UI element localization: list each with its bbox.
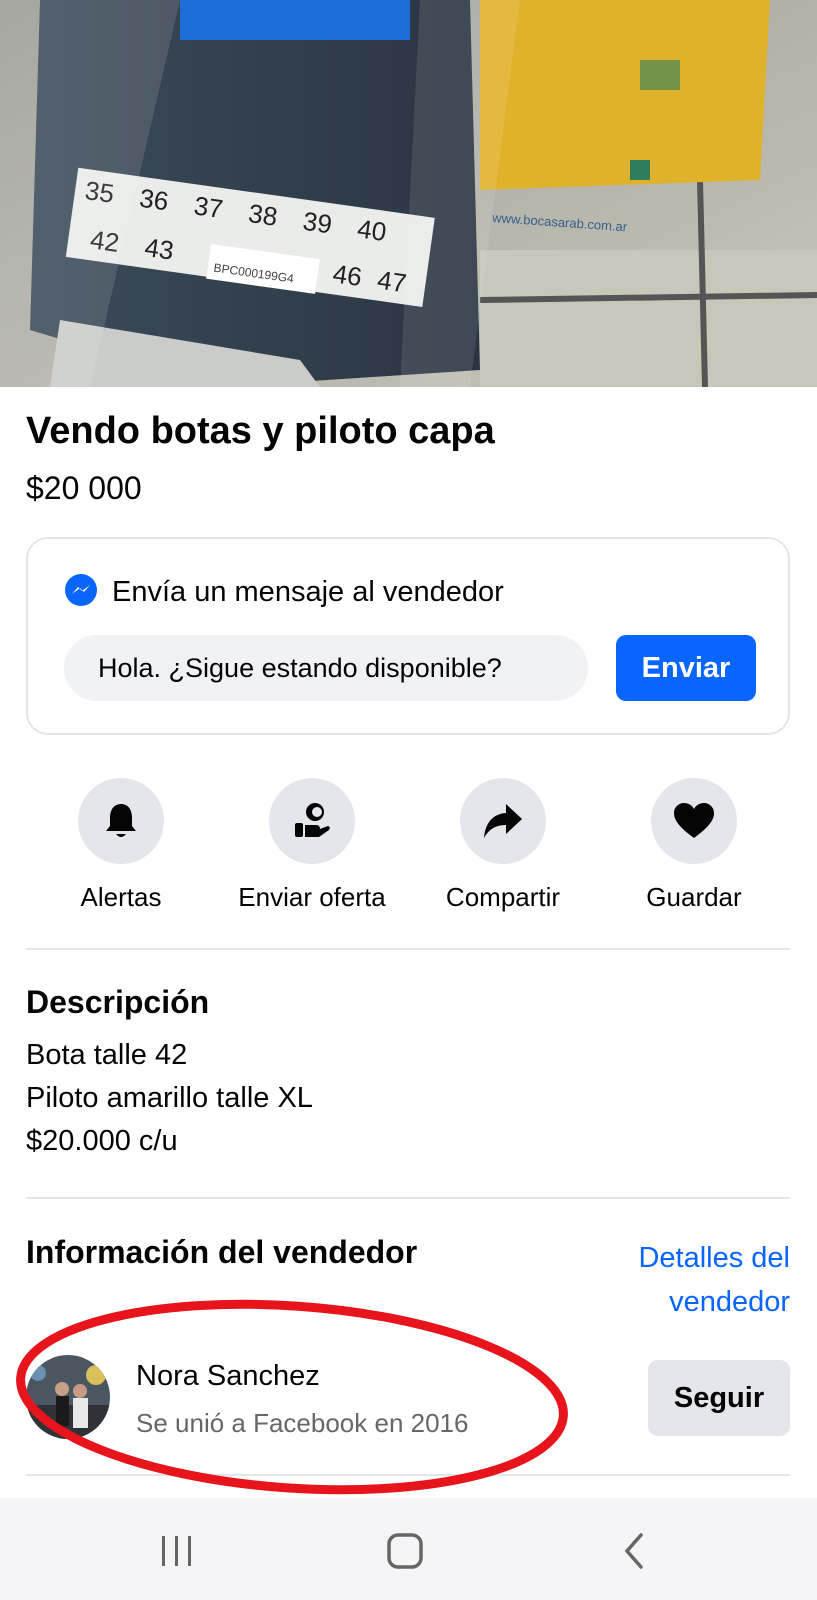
message-seller-card: Envía un mensaje al vendedor Enviar — [26, 537, 790, 735]
description-line: Bota talle 42 — [26, 1039, 188, 1071]
save-button[interactable] — [651, 778, 737, 864]
seller-details-link[interactable]: Detalles del vendedor — [590, 1236, 790, 1324]
listing-title: Vendo botas y piloto capa — [26, 410, 495, 452]
heart-icon — [674, 803, 714, 838]
follow-button[interactable]: Seguir — [648, 1360, 790, 1436]
send-offer-label: Enviar oferta — [238, 882, 386, 912]
description-heading: Descripción — [26, 984, 210, 1020]
photo-size-number: 37 — [192, 190, 225, 224]
seller-name[interactable]: Nora Sanchez — [136, 1360, 320, 1393]
photo-size-number: 36 — [138, 183, 171, 217]
message-header: Envía un mensaje al vendedor — [64, 573, 504, 612]
photo-size-number: 46 — [331, 258, 364, 292]
seller-details-link-line1: Detalles del — [638, 1242, 790, 1274]
alerts-action[interactable]: Alertas — [26, 778, 216, 913]
photo-size-number: 43 — [143, 232, 176, 266]
message-input[interactable] — [64, 635, 588, 701]
send-offer-action[interactable]: Enviar oferta — [217, 778, 407, 913]
home-icon[interactable] — [375, 1526, 435, 1576]
description-line: Piloto amarillo talle XL — [26, 1082, 313, 1114]
messenger-icon — [64, 573, 98, 612]
offer-icon — [295, 803, 330, 837]
listing-price: $20 000 — [26, 470, 142, 506]
divider — [26, 1197, 790, 1199]
description-line: $20.000 c/u — [26, 1125, 178, 1157]
send-offer-button[interactable] — [269, 778, 355, 864]
system-nav-bar — [0, 1498, 817, 1600]
save-action[interactable]: Guardar — [599, 778, 789, 913]
divider — [26, 1474, 790, 1476]
send-button[interactable]: Enviar — [616, 635, 756, 701]
message-heading: Envía un mensaje al vendedor — [112, 576, 504, 608]
seller-details-link-line2: vendedor — [669, 1286, 790, 1318]
seller-joined-date: Se unió a Facebook en 2016 — [136, 1408, 469, 1438]
share-label: Compartir — [445, 882, 561, 912]
photo-size-number: 38 — [247, 198, 280, 232]
divider — [26, 948, 790, 950]
save-label: Guardar — [646, 882, 742, 912]
recent-apps-icon[interactable] — [147, 1526, 207, 1576]
seller-info-heading: Información del vendedor — [26, 1234, 418, 1270]
bell-icon — [106, 804, 136, 837]
share-icon — [484, 804, 522, 838]
photo-size-number: 40 — [356, 213, 389, 247]
share-action[interactable]: Compartir — [408, 778, 598, 913]
seller-avatar[interactable] — [26, 1355, 110, 1439]
alerts-label: Alertas — [80, 882, 162, 912]
alerts-button[interactable] — [78, 778, 164, 864]
back-icon[interactable] — [604, 1526, 664, 1576]
action-row: Alertas Enviar oferta Compartir Guardar — [26, 778, 790, 918]
share-button[interactable] — [460, 778, 546, 864]
photo-size-number: 47 — [376, 265, 409, 299]
photo-size-number: 39 — [301, 206, 334, 240]
product-photo[interactable]: www.bocasarab.com.ar 35 36 37 38 39 40 42 43 46… — [0, 0, 817, 387]
